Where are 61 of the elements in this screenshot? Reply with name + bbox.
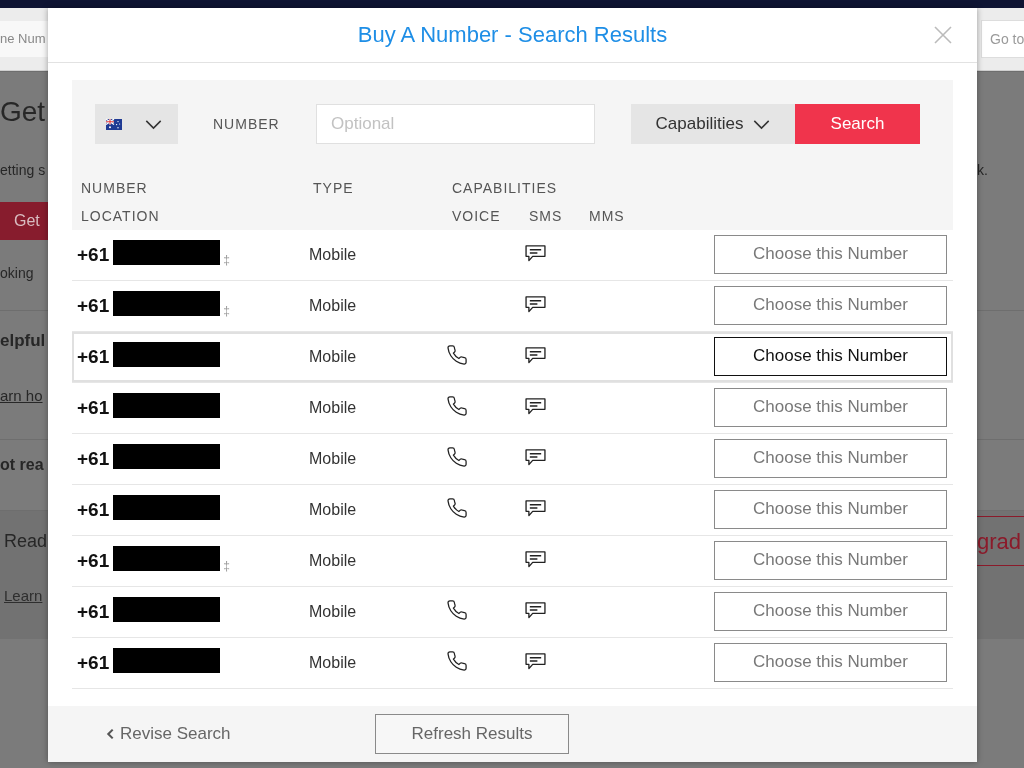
type-cell-text: Mobile bbox=[309, 450, 358, 468]
page-text: etting s bbox=[0, 161, 46, 178]
number-prefix: +61 bbox=[77, 601, 110, 623]
chevron-left-icon bbox=[107, 728, 114, 740]
page-button[interactable]: Get bbox=[0, 202, 48, 240]
chevron-down-icon bbox=[753, 119, 771, 129]
number-prefix: +61 bbox=[77, 397, 110, 419]
number-prefix: +61 bbox=[77, 652, 110, 674]
type-cell-text: Mobile bbox=[309, 246, 358, 264]
number-prefix: +61 bbox=[77, 550, 110, 572]
number-prefix: +61 bbox=[77, 244, 110, 266]
type-cell-text: Mobile bbox=[309, 603, 358, 621]
dialog-title: Buy A Number - Search Results bbox=[357, 22, 668, 48]
type-cell-text: Mobile bbox=[309, 552, 358, 570]
choose-number-button[interactable]: Choose this Number bbox=[714, 387, 947, 427]
choose-number-button[interactable]: Choose this Number bbox=[714, 285, 947, 325]
type-cell-text: Mobile bbox=[309, 348, 358, 366]
choose-number-button[interactable]: Choose this Number bbox=[714, 540, 947, 580]
column-header: TYPE bbox=[313, 179, 355, 198]
column-header: SMS bbox=[529, 207, 564, 226]
column-header: LOCATION bbox=[81, 207, 161, 226]
choose-number-button[interactable]: Choose this Number bbox=[714, 438, 947, 478]
choose-number-button[interactable]: Choose this Number bbox=[714, 591, 947, 631]
column-header: CAPABILITIES bbox=[452, 179, 558, 198]
column-header: NUMBER bbox=[81, 179, 149, 198]
country-dropdown[interactable] bbox=[95, 104, 178, 144]
page-heading: elpful bbox=[0, 331, 46, 351]
page-field[interactable]: ne Num bbox=[0, 21, 48, 57]
number-prefix: +61 bbox=[77, 295, 110, 317]
search-button[interactable]: Search bbox=[795, 104, 920, 144]
choose-number-button[interactable]: Choose this Number bbox=[714, 234, 947, 274]
number-prefix: +61 bbox=[77, 346, 110, 368]
refresh-results-button[interactable]: Refresh Results bbox=[375, 714, 569, 754]
choose-number-button[interactable]: Choose this Number bbox=[714, 489, 947, 529]
capabilities-dropdown[interactable]: Capabilities bbox=[631, 104, 795, 144]
field-label: NUMBER bbox=[213, 116, 280, 132]
choose-number-button[interactable]: Choose this Number bbox=[714, 642, 947, 682]
number-field[interactable]: Optional bbox=[316, 104, 595, 144]
type-cell-text: Mobile bbox=[309, 501, 358, 519]
flag-icon bbox=[106, 118, 122, 130]
footnote-mark: ‡ bbox=[223, 558, 230, 573]
type-cell-text: Mobile bbox=[309, 399, 358, 417]
page-text: oking bbox=[0, 264, 34, 281]
number-prefix: +61 bbox=[77, 448, 110, 470]
column-header: MMS bbox=[589, 207, 626, 226]
page-link[interactable]: arn ho bbox=[0, 386, 43, 404]
page-heading: Read bbox=[3, 530, 48, 552]
number-prefix: +61 bbox=[77, 499, 110, 521]
revise-search-link[interactable]: Revise Search bbox=[107, 724, 231, 744]
page-heading: Get bbox=[0, 96, 46, 128]
choose-number-button[interactable]: Choose this Number bbox=[714, 336, 947, 376]
page-text: k. bbox=[977, 161, 988, 178]
footnote-mark: ‡ bbox=[223, 303, 230, 318]
page-text: ot rea bbox=[0, 456, 44, 474]
page-link[interactable]: Learn bbox=[0, 586, 43, 604]
column-header: VOICE bbox=[452, 207, 502, 226]
chevron-down-icon bbox=[145, 119, 162, 129]
footnote-mark: ‡ bbox=[223, 252, 230, 267]
type-cell-text: Mobile bbox=[309, 654, 358, 672]
type-cell-text: Mobile bbox=[309, 297, 358, 315]
page-field[interactable]: Go to bbox=[981, 20, 1024, 58]
